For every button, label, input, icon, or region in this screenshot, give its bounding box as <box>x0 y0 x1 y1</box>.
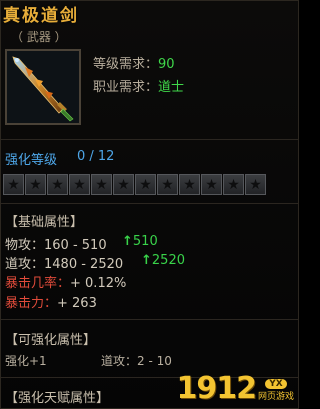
base-attributes-header: 【基础属性】 <box>5 215 84 230</box>
crit-chance-label: 暴击几率： <box>5 276 71 291</box>
level-requirement-value: 90 <box>158 57 175 72</box>
star-icon: ★ <box>3 174 24 195</box>
enhanceable-header: 【可强化属性】 <box>5 333 97 348</box>
star-icon: ★ <box>157 174 178 195</box>
taoist-attack-value: 1480 - 2520 <box>44 257 124 272</box>
enhance-step-label: 强化+1 <box>5 354 47 368</box>
taoist-attack-label: 道攻： <box>5 257 45 272</box>
crit-damage-line: 暴击力：+ 263 <box>5 292 97 311</box>
watermark-badge: YX <box>265 379 287 389</box>
class-requirement-value: 道士 <box>158 80 185 95</box>
crit-damage-value: + 263 <box>57 296 97 311</box>
level-requirement-label: 等级需求： <box>93 57 159 72</box>
physical-attack-value: 160 - 510 <box>44 238 107 253</box>
item-tooltip: 真极道剑 （ 武器 ） 等级需求：90 职业需求：道士 强化等级 0 / 12 … <box>0 0 299 409</box>
crit-damage-label: 暴击力： <box>5 296 58 311</box>
divider <box>1 319 298 320</box>
site-watermark: 1912 YX 网页游戏 <box>176 371 294 406</box>
divider <box>1 203 298 204</box>
sword-icon <box>5 49 81 125</box>
sword-image <box>7 51 79 123</box>
level-requirement: 等级需求：90 <box>93 53 175 72</box>
crit-chance-line: 暴击几率：+ 0.12% <box>5 272 126 291</box>
watermark-number: 1912 <box>176 371 256 406</box>
taoist-attack-bonus-value: 2520 <box>151 253 185 268</box>
taoist-attack-bonus: ↑2520 <box>141 253 185 268</box>
physical-attack-line: 物攻：160 - 510 <box>5 234 107 253</box>
star-icon: ★ <box>135 174 156 195</box>
physical-attack-bonus-value: 510 <box>132 234 158 249</box>
star-icon: ★ <box>69 174 90 195</box>
star-icon: ★ <box>179 174 200 195</box>
class-requirement: 职业需求：道士 <box>93 76 184 95</box>
divider <box>1 139 298 140</box>
physical-attack-label: 物攻： <box>5 238 45 253</box>
star-icon: ★ <box>113 174 134 195</box>
item-name: 真极道剑 <box>3 6 79 26</box>
enhance-level-label: 强化等级 <box>5 153 58 168</box>
class-requirement-label: 职业需求： <box>93 80 159 95</box>
star-icon: ★ <box>47 174 68 195</box>
star-icon: ★ <box>201 174 222 195</box>
taoist-attack-line: 道攻：1480 - 2520 <box>5 253 123 272</box>
star-icon: ★ <box>223 174 244 195</box>
enhance-level-count: 0 / 12 <box>77 149 115 164</box>
item-type-label: （ 武器 ） <box>11 30 67 44</box>
up-arrow-icon: ↑ <box>141 253 152 268</box>
watermark-site: 网页游戏 <box>257 392 294 402</box>
crit-chance-value: + 0.12% <box>70 276 127 291</box>
physical-attack-bonus: ↑510 <box>122 234 158 249</box>
watermark-badge-group: YX 网页游戏 <box>258 379 294 402</box>
enhance-step-value: 道攻：2 - 10 <box>101 354 172 368</box>
up-arrow-icon: ↑ <box>122 234 133 249</box>
star-icon: ★ <box>91 174 112 195</box>
star-icon: ★ <box>25 174 46 195</box>
talent-attributes-header: 【强化天赋属性】 <box>5 391 110 406</box>
star-icon: ★ <box>245 174 266 195</box>
enhance-stars: ★ ★ ★ ★ ★ ★ ★ ★ ★ ★ ★ ★ <box>3 174 267 195</box>
